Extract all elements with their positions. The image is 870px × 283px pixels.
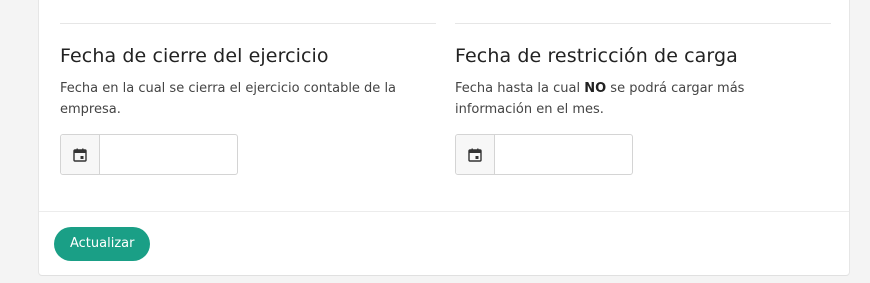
calendar-icon[interactable] — [456, 135, 495, 174]
load-restriction-date-input[interactable] — [495, 135, 632, 174]
settings-card: Fecha de cierre del ejercicio Fecha en l… — [38, 0, 850, 276]
load-restriction-description: Fecha hasta la cual NO se podrá cargar m… — [455, 78, 825, 120]
fiscal-close-title: Fecha de cierre del ejercicio — [60, 45, 329, 67]
update-button[interactable]: Actualizar — [54, 227, 151, 261]
fiscal-close-description: Fecha en la cual se cierra el ejercicio … — [60, 81, 397, 117]
load-restriction-desc-before: Fecha hasta la cual — [455, 81, 585, 96]
load-restriction-date-group — [455, 134, 633, 175]
divider-right — [455, 23, 831, 24]
load-restriction-desc-emphasis: NO — [584, 81, 607, 96]
load-restriction-title: Fecha de restricción de carga — [455, 45, 738, 67]
calendar-icon[interactable] — [61, 135, 100, 174]
fiscal-close-date-group — [60, 134, 238, 175]
fiscal-close-date-input[interactable] — [100, 135, 237, 174]
divider-left — [60, 23, 436, 24]
card-footer: Actualizar — [39, 211, 849, 276]
load-restriction-section: Fecha de restricción de carga Fecha hast… — [455, 44, 835, 120]
fiscal-close-section: Fecha de cierre del ejercicio Fecha en l… — [60, 44, 440, 120]
